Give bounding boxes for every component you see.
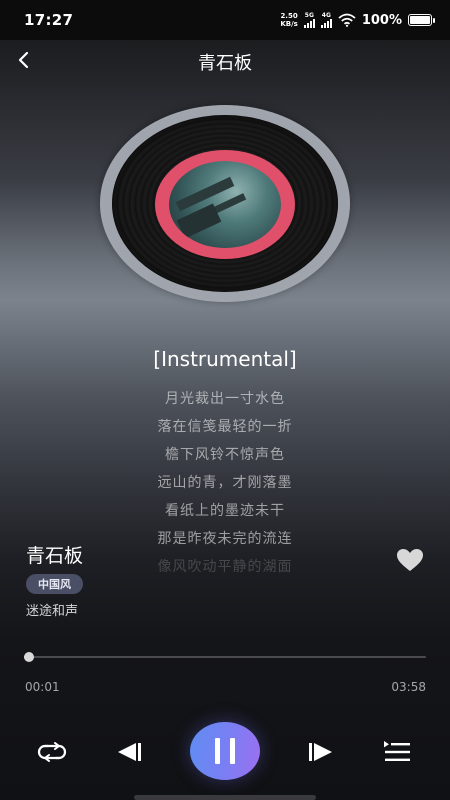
status-bar: 17:27 2.50 KB/s 5G 4G 100% [0,0,450,40]
total-time: 03:58 [391,680,426,694]
favorite-button[interactable] [396,548,424,572]
genre-tag[interactable]: 中国风 [26,574,83,594]
lyric-line: 看纸上的墨迹未干 [165,503,285,519]
signal-icon [303,19,315,28]
signal-4g: 4G [320,12,332,28]
status-indicators: 2.50 KB/s 5G 4G 100% [280,12,435,28]
signal-4g-label: 4G [321,12,331,19]
vinyl-disc [100,105,350,302]
next-icon [309,743,332,761]
current-lyric: [Instrumental] [153,347,297,371]
progress-slider[interactable] [24,652,426,662]
battery-icon [408,14,435,26]
battery-percent: 100% [361,12,402,28]
status-time: 17:27 [24,11,74,29]
network-speed: 2.50 KB/s [280,12,297,28]
lyric-line: 月光裁出一寸水色 [165,391,285,407]
lyric-line: 远山的青，才刚落墨 [157,475,293,491]
song-title: 青石板 [26,545,84,567]
progress-track [24,656,426,658]
progress-thumb[interactable] [24,652,34,662]
next-button[interactable] [304,736,338,768]
album-cover [169,161,281,248]
artist-name[interactable]: 迷途和声 [26,600,83,619]
playlist-icon [384,741,410,761]
playback-controls [0,718,450,784]
repeat-button[interactable] [36,738,68,766]
pause-icon [215,738,235,764]
playlist-button[interactable] [380,738,414,766]
signal-5g: 5G [303,12,315,28]
header: 青石板 [0,40,450,80]
network-speed-value: 2.50 [280,12,298,20]
signal-icon [320,19,332,28]
repeat-icon [37,742,67,762]
song-info: 青石板 中国风 迷途和声 [26,541,83,619]
page-title: 青石板 [198,53,252,74]
heart-icon [397,549,423,571]
wifi-icon [338,13,356,27]
network-speed-unit: KB/s [280,20,298,28]
lyric-line: 檐下风铃不惊声色 [165,447,285,463]
lyric-line: 落在信笺最轻的一折 [157,419,293,435]
previous-button[interactable] [112,736,146,768]
current-time: 00:01 [25,680,60,694]
pause-button[interactable] [190,722,260,780]
home-indicator[interactable] [134,795,316,800]
previous-icon [118,743,141,761]
signal-5g-label: 5G [304,12,314,19]
